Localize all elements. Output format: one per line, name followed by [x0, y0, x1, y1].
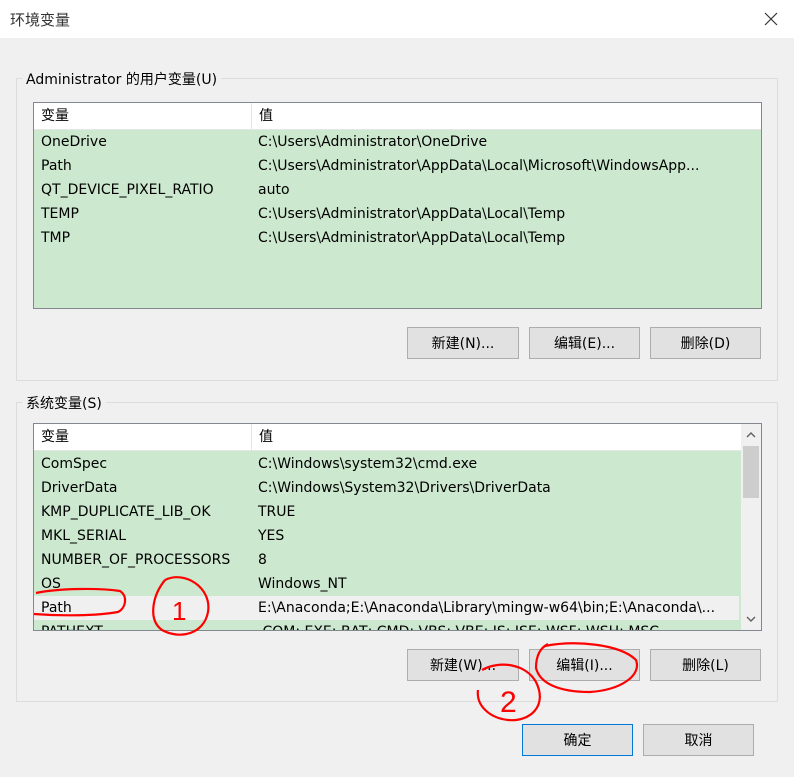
table-row[interactable]: NUMBER_OF_PROCESSORS 8 [34, 548, 739, 572]
variable-value: C:\Windows\System32\Drivers\DriverData [258, 480, 551, 496]
column-header-variable[interactable]: 变量 [34, 424, 252, 450]
table-row[interactable]: TMP C:\Users\Administrator\AppData\Local… [34, 226, 739, 250]
variable-name: PATHEXT [34, 620, 251, 630]
window-title: 环境变量 [10, 11, 71, 29]
scroll-thumb[interactable] [743, 446, 759, 498]
column-header-value[interactable]: 值 [252, 424, 739, 450]
variable-name: Path [41, 600, 72, 616]
ok-button[interactable]: 确定 [522, 724, 633, 756]
environment-variables-dialog: 环境变量 Administrator 的用户变量(U) 变量 值 OneDriv… [0, 0, 794, 777]
table-row[interactable]: OS Windows_NT [34, 572, 739, 596]
variable-value: Windows_NT [258, 576, 347, 592]
variable-value: .COM;.EXE;.BAT;.CMD;.VBS;.VBE;.JS;.JSE;.… [251, 620, 738, 630]
user-variables-list-header: 变量 值 [34, 103, 761, 130]
column-header-variable[interactable]: 变量 [34, 103, 252, 129]
variable-name: DriverData [41, 480, 118, 496]
table-row[interactable]: QT_DEVICE_PIXEL_RATIO auto [34, 178, 739, 202]
variable-value: C:\Users\Administrator\OneDrive [258, 134, 488, 150]
column-header-value[interactable]: 值 [252, 103, 739, 129]
close-icon [764, 12, 778, 26]
variable-name: Path [41, 158, 72, 174]
user-new-button[interactable]: 新建(N)... [407, 327, 519, 359]
variable-value: TRUE [258, 504, 296, 520]
variable-value: C:\Windows\system32\cmd.exe [258, 456, 478, 472]
user-variables-list[interactable]: 变量 值 OneDrive C:\Users\Administrator\One… [33, 102, 762, 309]
system-edit-button[interactable]: 编辑(I)... [529, 649, 640, 681]
variable-name: KMP_DUPLICATE_LIB_OK [41, 504, 211, 520]
variable-name: TMP [41, 230, 71, 246]
system-variables-scrollbar[interactable] [741, 424, 761, 630]
variable-value: C:\Users\Administrator\AppData\Local\Tem… [258, 230, 566, 246]
variable-value: 8 [258, 552, 267, 568]
scroll-up-arrow[interactable] [741, 426, 761, 444]
table-row[interactable]: DriverData C:\Windows\System32\Drivers\D… [34, 476, 739, 500]
table-row[interactable]: OneDrive C:\Users\Administrator\OneDrive [34, 130, 739, 154]
user-edit-button[interactable]: 编辑(E)... [529, 327, 640, 359]
system-variables-group-label: 系统变量(S) [22, 393, 106, 413]
table-row[interactable]: KMP_DUPLICATE_LIB_OK TRUE [34, 500, 739, 524]
table-row[interactable]: PATHEXT .COM;.EXE;.BAT;.CMD;.VBS;.VBE;.J… [34, 620, 739, 630]
variable-value: C:\Users\Administrator\AppData\Local\Tem… [258, 206, 566, 222]
table-row[interactable]: TEMP C:\Users\Administrator\AppData\Loca… [34, 202, 739, 226]
table-row[interactable]: Path C:\Users\Administrator\AppData\Loca… [34, 154, 739, 178]
variable-value: E:\Anaconda;E:\Anaconda\Library\mingw-w6… [258, 600, 716, 616]
user-variables-group-label: Administrator 的用户变量(U) [22, 69, 222, 89]
variable-name: ComSpec [41, 456, 108, 472]
close-button[interactable] [748, 0, 794, 38]
variable-name: TEMP [41, 206, 79, 222]
cancel-button[interactable]: 取消 [643, 724, 754, 756]
table-row[interactable]: ComSpec C:\Windows\system32\cmd.exe [34, 452, 739, 476]
title-bar[interactable]: 环境变量 [0, 0, 794, 38]
variable-name: QT_DEVICE_PIXEL_RATIO [41, 182, 214, 198]
chevron-down-icon [746, 616, 756, 622]
system-delete-button[interactable]: 删除(L) [650, 649, 761, 681]
variable-value: YES [258, 528, 285, 544]
variable-name: MKL_SERIAL [41, 528, 127, 544]
table-row[interactable]: MKL_SERIAL YES [34, 524, 739, 548]
system-variables-list[interactable]: 变量 值 ComSpec C:\Windows\system32\cmd.exe… [33, 423, 762, 631]
system-variables-list-header: 变量 值 [34, 424, 741, 451]
chevron-up-icon [746, 432, 756, 438]
variable-name: OS [41, 576, 61, 592]
variable-name: OneDrive [41, 134, 107, 150]
variable-value: C:\Users\Administrator\AppData\Local\Mic… [258, 158, 700, 174]
table-row-selected[interactable]: Path E:\Anaconda;E:\Anaconda\Library\min… [34, 596, 739, 620]
user-delete-button[interactable]: 删除(D) [650, 327, 761, 359]
scroll-down-arrow[interactable] [741, 610, 761, 628]
variable-name: NUMBER_OF_PROCESSORS [41, 552, 231, 568]
system-new-button[interactable]: 新建(W)... [407, 649, 519, 681]
variable-value: auto [258, 182, 290, 198]
